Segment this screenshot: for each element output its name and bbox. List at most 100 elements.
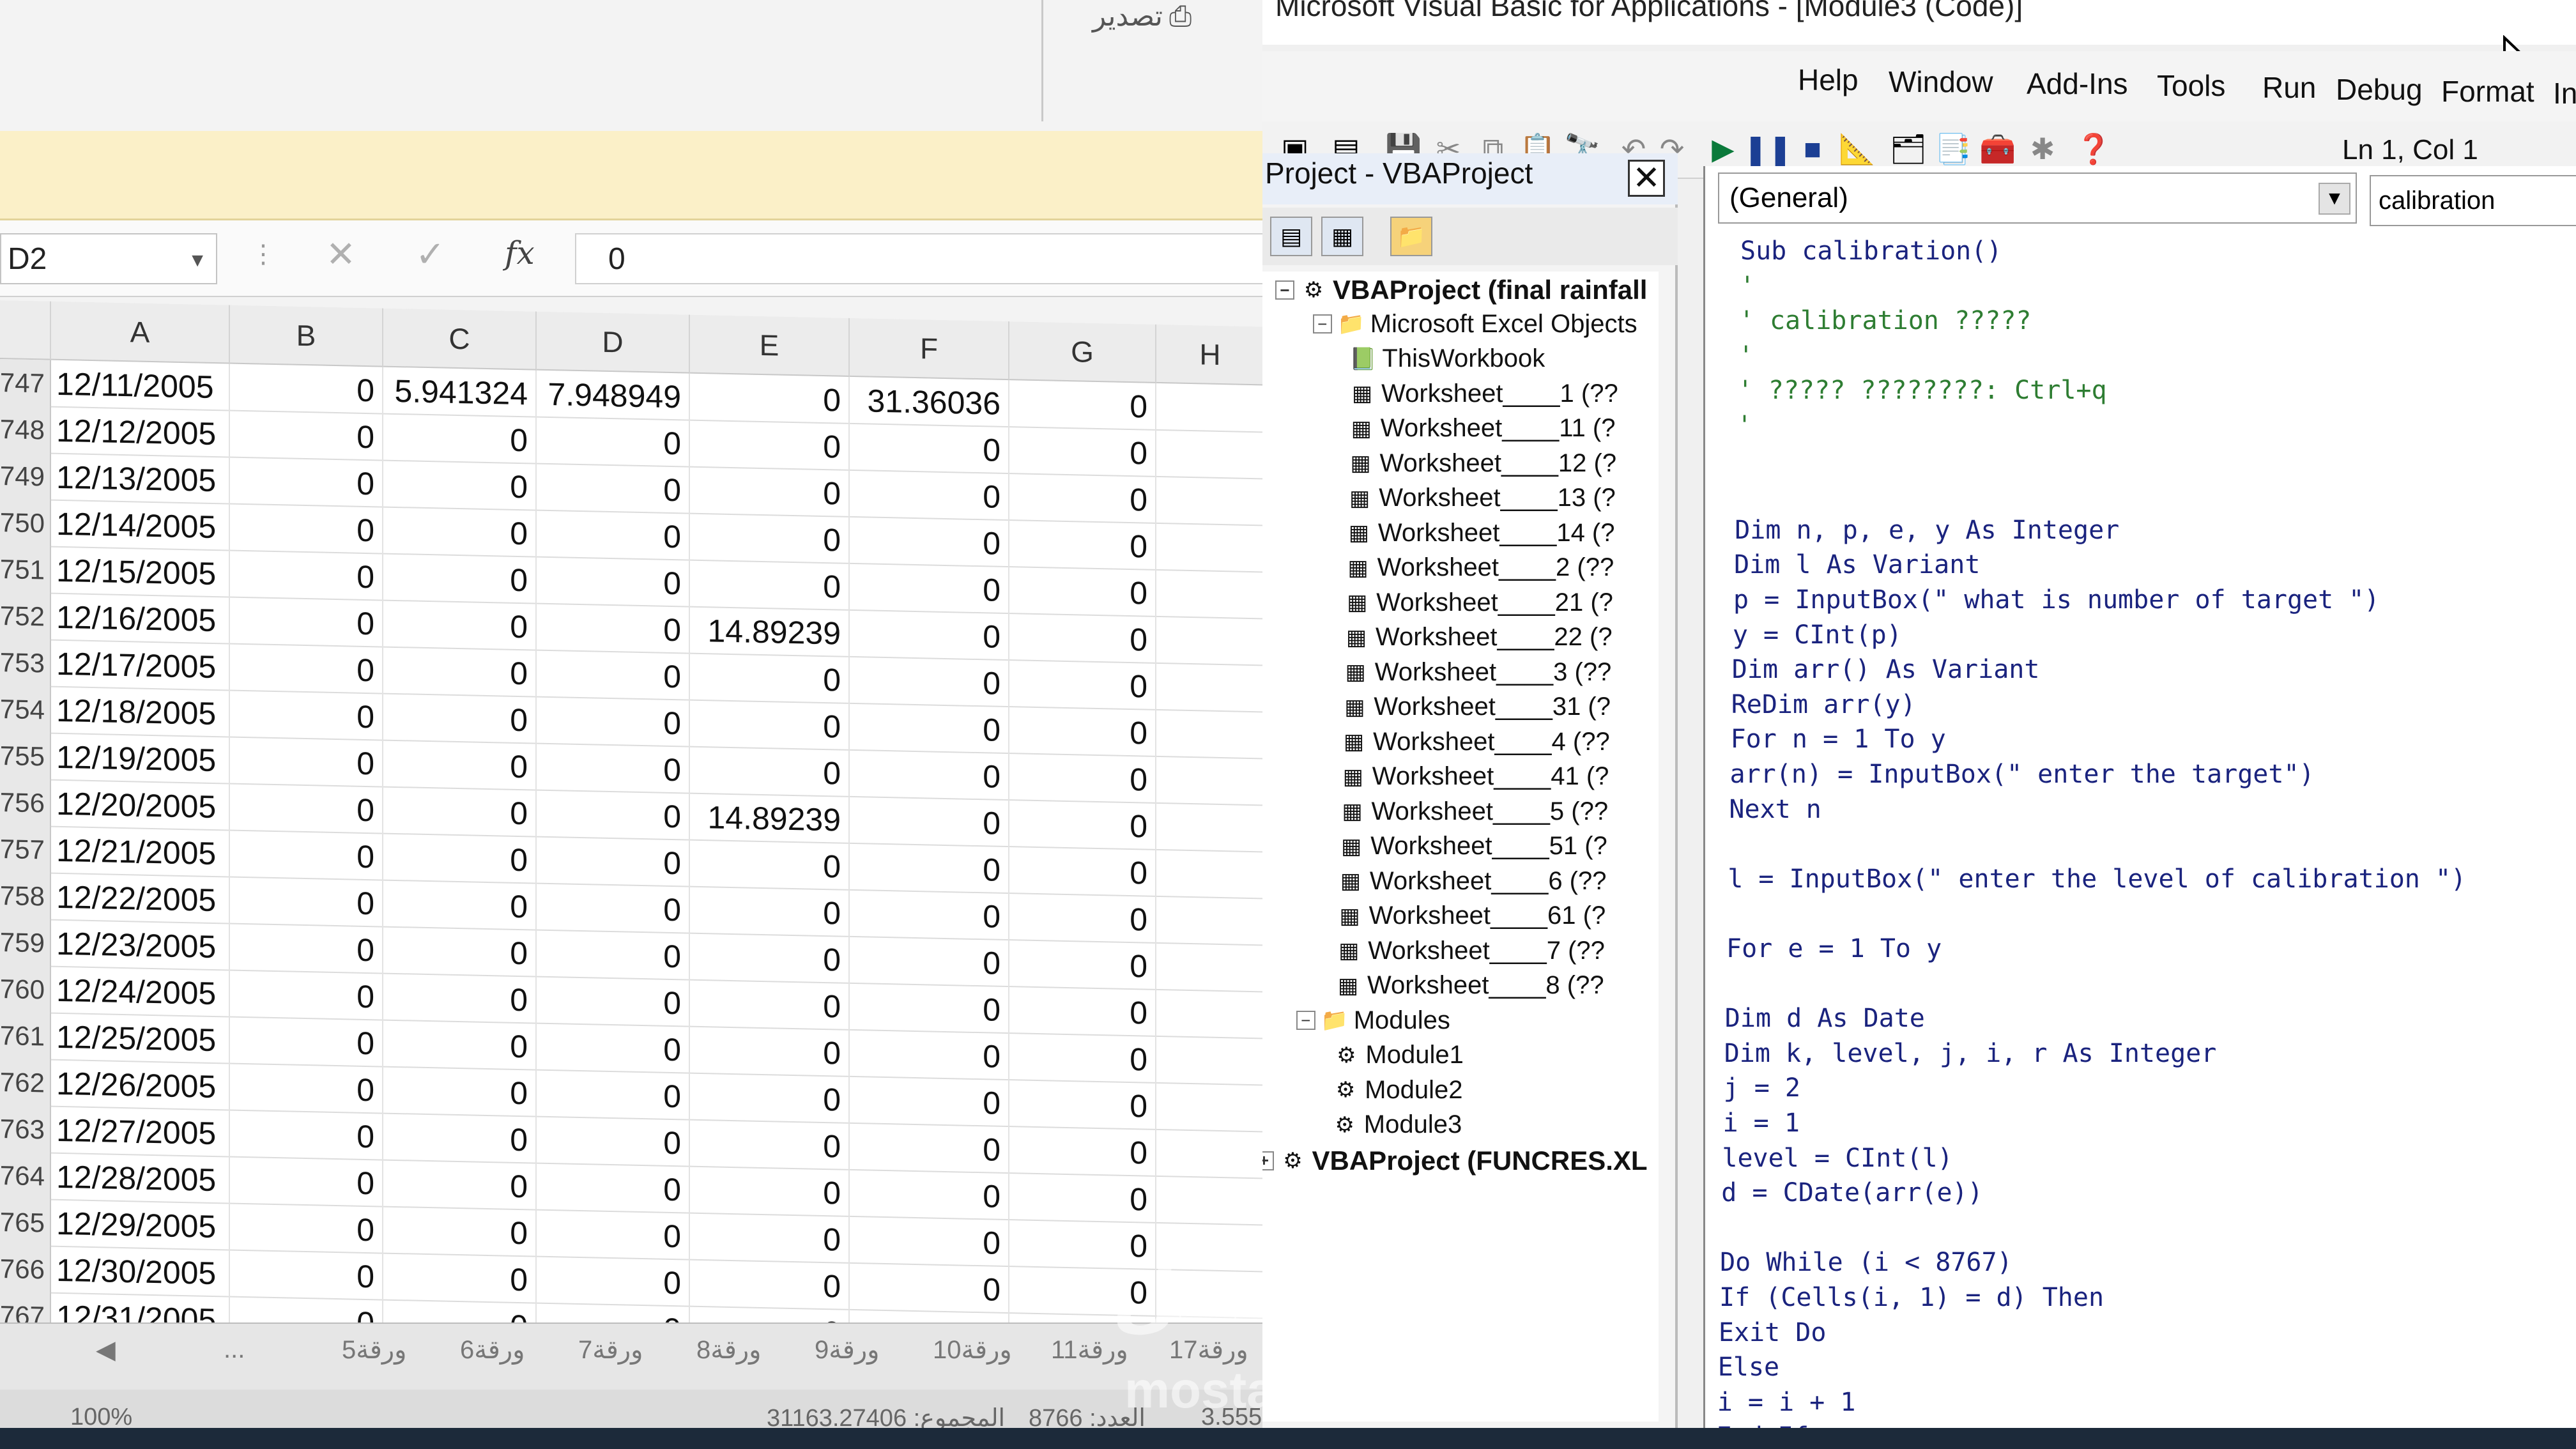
cell-d[interactable]: 0 [537,603,690,654]
close-icon[interactable]: ✕ [1628,160,1665,197]
cell-a[interactable]: 12/24/2005 [51,966,230,1018]
cell-d[interactable]: 0 [537,836,690,887]
toolbox-icon[interactable]: ✱ [2023,129,2062,169]
code-line[interactable]: l = InputBox(" enter the level of calibr… [1728,864,2466,894]
cell-g[interactable]: 0 [1009,520,1156,571]
row-header[interactable]: 8747 [0,358,51,408]
cell-d[interactable]: 0 [537,1023,690,1074]
sheet-tab[interactable]: ورقة8 [696,1335,761,1365]
break-icon[interactable]: ❚❚ [1743,129,1792,169]
formula-input[interactable]: 0 [575,233,1265,284]
tree-node[interactable]: ⚙ Module2 [1333,1076,1463,1105]
tree-node[interactable]: + ⚙ VBAProject (FUNCRES.XL [1262,1146,1648,1176]
cell-a[interactable]: 12/16/2005 [51,593,230,645]
cell-c[interactable]: 0 [383,880,537,931]
cell-c[interactable]: 0 [383,833,537,884]
column-header-b[interactable]: B [230,305,383,367]
tree-node[interactable]: ▦ Worksheet____5 (?? [1340,797,1608,826]
drag-handle-icon[interactable]: ⋮ [250,240,276,269]
cell-b[interactable]: 0 [230,690,383,741]
cell-d[interactable]: 0 [537,1116,690,1167]
cell-e[interactable]: 0 [690,373,850,424]
cell-d[interactable]: 0 [537,790,690,841]
code-line[interactable]: Dim n, p, e, y As Integer [1735,516,2119,545]
cell-f[interactable]: 0 [850,843,1009,894]
cell-e[interactable]: 0 [690,513,850,564]
name-box[interactable]: D2 ▼ [0,233,217,284]
menu-tools[interactable]: Tools [2157,68,2225,103]
cell-a[interactable]: 12/20/2005 [51,779,230,831]
cell-e[interactable]: 0 [690,933,850,984]
tree-node[interactable]: ▦ Worksheet____41 (? [1340,762,1609,791]
tree-node[interactable]: − ⚙ VBAProject (final rainfall [1275,275,1647,305]
cell-e[interactable]: 0 [690,700,850,751]
cell-h[interactable] [1156,709,1265,760]
cell-d[interactable]: 0 [537,1070,690,1121]
code-line[interactable]: Dim arr() As Variant [1732,655,2040,684]
cell-g[interactable]: 0 [1009,753,1156,804]
cell-c[interactable]: 0 [383,973,537,1024]
tree-node[interactable]: ▦ Worksheet____61 (? [1337,901,1606,930]
cell-f[interactable]: 0 [850,1169,1009,1221]
cell-a[interactable]: 12/17/2005 [51,640,230,691]
tree-node[interactable]: − 📁 Modules [1296,1006,1450,1035]
export-button[interactable]: ⎙ تصدير [1092,0,1192,33]
row-header[interactable]: 8750 [0,498,51,548]
code-line[interactable]: ' [1738,341,1754,371]
column-header-f[interactable]: F [850,318,1009,381]
cell-f[interactable]: 0 [850,563,1009,615]
cell-b[interactable]: 0 [230,410,383,461]
row-header[interactable]: 8764 [0,1151,51,1200]
row-header[interactable]: 8752 [0,592,51,641]
cell-h[interactable] [1156,429,1265,480]
row-header[interactable]: 8755 [0,732,51,781]
cell-e[interactable]: 0 [690,746,850,797]
menu-run[interactable]: Run [2262,70,2316,105]
tree-node[interactable]: 📗 ThisWorkbook [1349,344,1545,373]
code-line[interactable]: ' calibration ????? [1739,306,2032,335]
collapse-icon[interactable]: − [1296,1011,1315,1030]
cell-d[interactable]: 0 [537,1256,690,1307]
cell-c[interactable]: 5.941324 [383,367,537,418]
cell-h[interactable] [1156,1129,1265,1179]
tree-node[interactable]: ⚙ Module3 [1332,1110,1462,1139]
code-line[interactable]: i = i + 1 [1717,1388,1856,1417]
cell-g[interactable]: 0 [1009,613,1156,664]
cell-f[interactable]: 0 [850,1029,1009,1081]
project-explorer-icon[interactable]: 🗂 [1889,129,1928,169]
cell-c[interactable]: 0 [383,507,537,558]
cell-c[interactable]: 0 [383,600,537,651]
code-line[interactable]: For e = 1 To y [1726,934,1942,963]
row-header[interactable]: 8765 [0,1198,51,1247]
code-line[interactable]: j = 2 [1724,1073,1800,1103]
object-dropdown[interactable]: (General) ▼ [1718,172,2357,224]
cell-f[interactable]: 0 [850,516,1009,568]
cell-e[interactable]: 0 [690,466,850,518]
code-line[interactable]: level = CInt(l) [1722,1144,1952,1173]
cell-g[interactable]: 0 [1009,847,1156,897]
check-icon[interactable]: ✓ [415,233,445,275]
cancel-icon[interactable]: ✕ [326,233,356,275]
cell-a[interactable]: 12/14/2005 [51,500,230,551]
run-icon[interactable]: ▶ [1703,129,1743,169]
cell-h[interactable] [1156,1036,1265,1086]
code-line[interactable]: If (Cells(i, 1) = d) Then [1719,1283,2104,1312]
row-header[interactable]: 8762 [0,1058,51,1107]
cell-b[interactable]: 0 [230,830,383,881]
tree-node[interactable]: − 📁 Microsoft Excel Objects [1312,310,1637,339]
code-line[interactable]: Dim k, level, j, i, r As Integer [1724,1039,2217,1068]
code-line[interactable]: Next n [1729,795,1821,824]
cell-h[interactable] [1156,383,1265,433]
row-header[interactable]: 8763 [0,1105,51,1154]
menu-in[interactable]: In [2553,76,2576,111]
chevron-down-icon[interactable]: ▼ [188,250,207,272]
code-line[interactable]: For n = 1 To y [1731,724,1946,754]
tree-node[interactable]: ▦ Worksheet____22 (? [1344,623,1613,652]
cell-a[interactable]: 12/12/2005 [51,406,230,458]
code-line[interactable]: Sub calibration() [1740,236,2002,266]
cell-e[interactable]: 0 [690,1213,850,1264]
cell-g[interactable]: 0 [1009,1126,1156,1177]
code-line[interactable]: d = CDate(arr(e)) [1721,1178,1982,1208]
tree-node[interactable]: ▦ Worksheet____3 (?? [1343,658,1612,687]
cell-a[interactable]: 12/11/2005 [51,360,230,411]
